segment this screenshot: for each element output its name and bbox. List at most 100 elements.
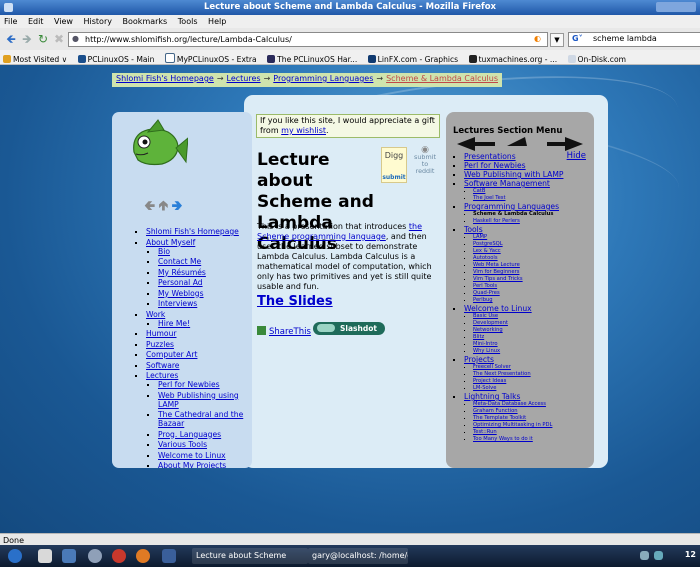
url-bar[interactable]: ● http://www.shlomifish.org/lecture/Lamb… <box>68 32 548 47</box>
lectures-link-networking[interactable]: Networking <box>473 327 503 333</box>
lectures-link-web-meta-lecture[interactable]: Web Meta Lecture <box>473 262 520 268</box>
lectures-link-perl-tools[interactable]: Perl Tools <box>473 283 497 289</box>
lectures-link-graham-function[interactable]: Graham Function <box>473 408 518 414</box>
site-nav-link-shlomi-fish-s-homepage[interactable]: Shlomi Fish's Homepage <box>146 227 239 236</box>
menu-file[interactable]: File <box>4 17 17 26</box>
menu-history[interactable]: History <box>84 17 112 26</box>
lectures-link-projects[interactable]: Projects <box>464 355 494 364</box>
lectures-link-perl-for-newbies[interactable]: Perl for Newbies <box>464 161 526 170</box>
window-controls[interactable] <box>656 2 696 12</box>
site-nav-link-bio[interactable]: Bio <box>158 247 170 256</box>
section-nav-arrows-icon[interactable] <box>455 134 585 154</box>
site-nav-link-humour[interactable]: Humour <box>146 329 177 338</box>
site-nav-link-web-publishing-using-lamp[interactable]: Web Publishing using LAMP <box>158 391 239 409</box>
url-dropdown-button[interactable]: ▼ <box>550 33 564 47</box>
lectures-link-lightning-talks[interactable]: Lightning Talks <box>464 392 520 401</box>
lectures-link-programming-languages[interactable]: Programming Languages <box>464 202 559 211</box>
forward-icon[interactable]: 🡺 <box>20 32 34 46</box>
task-firefox[interactable]: Lecture about Scheme <box>192 548 308 564</box>
reddit-button[interactable]: ◉ submit to reddit <box>411 146 439 181</box>
bookmark-on-disk[interactable]: On-Disk.com <box>567 55 626 64</box>
slides-link[interactable]: The Slides <box>257 294 333 309</box>
lectures-link-vim-for-beginners[interactable]: Vim for Beginners <box>473 269 519 275</box>
tray-network-icon[interactable] <box>640 551 649 560</box>
bookmark-pclinuxos-main[interactable]: PCLinuxOS - Main <box>77 55 154 64</box>
lectures-link-the-template-toolkit[interactable]: The Template Toolkit <box>473 415 526 421</box>
slashdot-button[interactable]: Slashdot <box>313 322 385 335</box>
lectures-link-catb[interactable]: CatB <box>473 188 485 194</box>
bookmark-most-visited[interactable]: Most Visited ∨ <box>3 55 67 64</box>
stop-icon[interactable]: ✖ <box>52 32 66 46</box>
lectures-link-freecell-solver[interactable]: Freecell Solver <box>473 364 511 370</box>
lectures-link-blitz[interactable]: Blitz <box>473 334 484 340</box>
site-nav-link-computer-art[interactable]: Computer Art <box>146 350 197 359</box>
lectures-link-why-linux[interactable]: Why Linux <box>473 348 500 354</box>
reload-icon[interactable]: ↻ <box>36 32 50 46</box>
start-menu-icon[interactable] <box>8 549 22 563</box>
lectures-link-the-next-presentation[interactable]: The Next Presentation <box>473 371 531 377</box>
task-terminal[interactable]: gary@localhost: /home/g... <box>308 548 408 564</box>
bookmark-tuxmachines[interactable]: tuxmachines.org - ... <box>468 55 557 64</box>
desktop-icon[interactable] <box>62 549 76 563</box>
next-page-icon[interactable]: 🢂 <box>171 198 182 214</box>
lectures-link-autotools[interactable]: Autotools <box>473 255 498 261</box>
site-nav-link-hire-me[interactable]: Hire Me! <box>158 319 190 328</box>
home-folder-icon[interactable] <box>38 549 52 563</box>
lectures-link-vim-tips-and-tricks[interactable]: Vim Tips and Tricks <box>473 276 523 282</box>
rss-feed-icon[interactable]: ◐ <box>534 34 541 43</box>
tray-volume-icon[interactable] <box>654 551 663 560</box>
site-nav-link-about-myself[interactable]: About Myself <box>146 238 195 247</box>
lectures-link-welcome-to-linux[interactable]: Welcome to Linux <box>464 304 532 313</box>
menu-view[interactable]: View <box>54 17 73 26</box>
site-nav-link-about-my-projects[interactable]: About My Projects <box>158 461 226 468</box>
site-nav-link-perl-for-newbies[interactable]: Perl for Newbies <box>158 380 220 389</box>
menu-tools[interactable]: Tools <box>178 17 198 26</box>
media-icon[interactable] <box>112 549 126 563</box>
menu-edit[interactable]: Edit <box>28 17 44 26</box>
lectures-link-too-many-ways-to-do-it[interactable]: Too Many Ways to do it <box>473 436 533 442</box>
site-nav-link-prog-languages[interactable]: Prog. Languages <box>158 430 221 439</box>
breadcrumb-current[interactable]: Scheme & Lambda Calculus <box>386 74 498 83</box>
back-icon[interactable]: 🡸 <box>4 32 18 46</box>
site-nav-link-work[interactable]: Work <box>146 310 165 319</box>
lectures-link-mini-intro[interactable]: Mini-Intro <box>473 341 498 347</box>
search-box[interactable]: G˅ <box>568 32 700 47</box>
lectures-link-development[interactable]: Development <box>473 320 508 326</box>
digg-button[interactable]: Digg submit <box>381 147 407 183</box>
lectures-link-lm-solve[interactable]: LM-Solve <box>473 385 496 391</box>
search-input[interactable] <box>593 34 697 43</box>
site-nav-link-contact-me[interactable]: Contact Me <box>158 257 201 266</box>
lectures-link-lex-yacc[interactable]: Lex & Yacc <box>473 248 501 254</box>
lectures-link-perlbug[interactable]: Perlbug <box>473 297 493 303</box>
lectures-link-test-run[interactable]: Test::Run <box>473 429 497 435</box>
bookmark-mypclinuxos[interactable]: MyPCLinuxOS - Extra <box>164 53 257 64</box>
lectures-link-tools[interactable]: Tools <box>464 225 483 234</box>
settings-icon[interactable] <box>88 549 102 563</box>
breadcrumb-home[interactable]: Shlomi Fish's Homepage <box>116 74 214 83</box>
firefox-icon[interactable] <box>136 549 150 563</box>
breadcrumb-programming-languages[interactable]: Programming Languages <box>273 74 373 83</box>
lectures-link-software-management[interactable]: Software Management <box>464 179 550 188</box>
lectures-link-project-ideas[interactable]: Project Ideas <box>473 378 506 384</box>
lectures-link-quad-pres[interactable]: Quad-Pres <box>473 290 500 296</box>
clock[interactable]: 12 <box>685 550 696 559</box>
lectures-link-web-publishing-with-lamp[interactable]: Web Publishing with LAMP <box>464 170 563 179</box>
site-nav-link-my-r-sum-s[interactable]: My Résumés <box>158 268 206 277</box>
wishlist-link[interactable]: my wishlist <box>281 126 326 135</box>
menu-help[interactable]: Help <box>208 17 226 26</box>
lectures-link-lamp[interactable]: LAMP <box>473 234 487 240</box>
lectures-link-optimizing-multitasking-in-pdl[interactable]: Optimizing Multitasking in PDL <box>473 422 552 428</box>
site-nav-link-various-tools[interactable]: Various Tools <box>158 440 207 449</box>
lectures-link-basic-use[interactable]: Basic Use <box>473 313 498 319</box>
google-search-icon[interactable]: G˅ <box>572 34 583 43</box>
up-page-icon[interactable]: 🢁 <box>158 198 168 214</box>
site-nav-link-software[interactable]: Software <box>146 361 179 370</box>
pager-icon[interactable] <box>162 549 176 563</box>
site-nav-link-personal-ad[interactable]: Personal Ad <box>158 278 203 287</box>
previous-page-icon[interactable]: 🢀 <box>144 198 155 214</box>
site-nav-link-interviews[interactable]: Interviews <box>158 299 197 308</box>
site-nav-link-my-weblogs[interactable]: My Weblogs <box>158 289 204 298</box>
lectures-link-postgresql[interactable]: PostgreSQL <box>473 241 503 247</box>
lectures-link-the-joel-test[interactable]: The Joel Test <box>473 195 506 201</box>
site-nav-link-lectures[interactable]: Lectures <box>146 371 178 380</box>
